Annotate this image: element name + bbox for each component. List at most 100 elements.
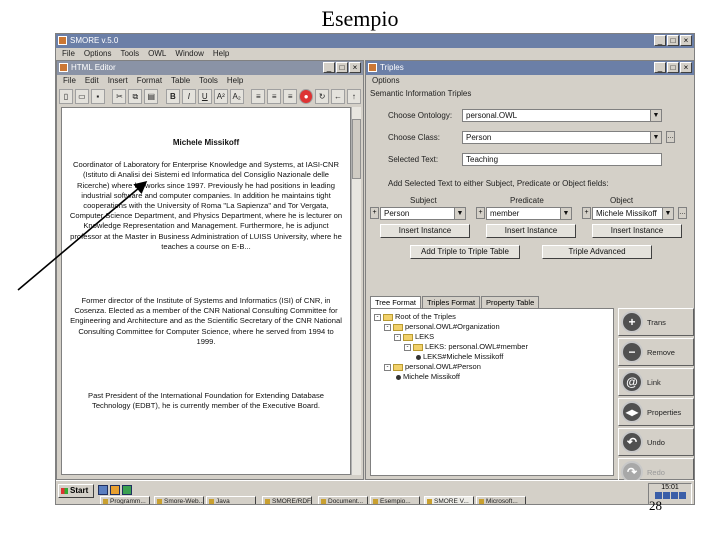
subject-add-button[interactable]: + xyxy=(370,207,379,219)
new-icon[interactable]: ▯ xyxy=(59,88,73,104)
editor-menu-table[interactable]: Table xyxy=(171,75,190,87)
action-button-undo[interactable]: ↶ Undo xyxy=(618,428,694,456)
close-button[interactable]: × xyxy=(680,35,692,46)
object-add-button[interactable]: + xyxy=(582,207,591,219)
app-titlebar[interactable]: SMORE v.5.0 _ □ × xyxy=(56,34,694,48)
action-button-trans[interactable]: + Trans xyxy=(618,308,694,336)
menu-help[interactable]: Help xyxy=(213,48,229,60)
editor-menu-edit[interactable]: Edit xyxy=(85,75,99,87)
triples-titlebar[interactable]: Triples _ □ × xyxy=(366,61,694,75)
align-center-icon[interactable]: ≡ xyxy=(267,88,282,104)
align-left-icon[interactable]: ≡ xyxy=(251,88,266,104)
superscript-icon[interactable]: A² xyxy=(213,88,228,104)
scrollbar-thumb[interactable] xyxy=(352,119,361,179)
open-icon[interactable]: ▭ xyxy=(74,88,89,104)
subscript-icon[interactable]: A₂ xyxy=(229,88,244,104)
tree-node[interactable]: - Root of the Triples xyxy=(374,312,610,322)
predicate-insert-instance-button[interactable]: Insert Instance xyxy=(486,224,576,238)
taskbar-task[interactable]: Document... xyxy=(318,496,368,504)
object-dropdown[interactable]: Michele Missikoff ▼ xyxy=(592,207,674,220)
predicate-dropdown[interactable]: member ▼ xyxy=(486,207,572,220)
selected-text-field[interactable]: Teaching xyxy=(462,153,662,166)
minimize-button[interactable]: _ xyxy=(654,35,666,46)
taskbar-task[interactable]: Java xyxy=(206,496,256,504)
align-right-icon[interactable]: ≡ xyxy=(283,88,298,104)
copy-icon[interactable]: ⧉ xyxy=(128,88,143,104)
stop-icon[interactable]: ● xyxy=(299,88,314,104)
class-dropdown[interactable]: Person ▼ xyxy=(462,131,662,144)
menu-tools[interactable]: Tools xyxy=(120,48,139,60)
ontology-dropdown[interactable]: personal.OWL ▼ xyxy=(462,109,662,122)
collapse-toggle-icon[interactable]: - xyxy=(384,363,391,371)
cut-icon[interactable]: ✂ xyxy=(112,88,127,104)
editor-titlebar[interactable]: HTML Editor _ □ × xyxy=(57,61,363,75)
menu-file[interactable]: File xyxy=(62,48,75,60)
taskbar-task[interactable]: SMORE V... xyxy=(424,496,474,504)
quicklaunch-icon[interactable] xyxy=(98,485,108,495)
subject-insert-instance-button[interactable]: Insert Instance xyxy=(380,224,470,238)
document-area[interactable]: Michele Missikoff Coordinator of Laborat… xyxy=(61,107,351,475)
chevron-down-icon: ▼ xyxy=(454,208,465,219)
taskbar-task[interactable]: Smore-Web... xyxy=(154,496,204,504)
taskbar-task[interactable]: Microsoft... xyxy=(476,496,526,504)
editor-menu-help[interactable]: Help xyxy=(227,75,243,87)
editor-minimize-button[interactable]: _ xyxy=(323,62,335,73)
collapse-toggle-icon[interactable]: - xyxy=(394,333,401,341)
object-more-button[interactable]: … xyxy=(678,207,687,219)
editor-maximize-button[interactable]: □ xyxy=(336,62,348,73)
action-button-remove[interactable]: − Remove xyxy=(618,338,694,366)
editor-menu-file[interactable]: File xyxy=(63,75,76,87)
back-icon[interactable]: ← xyxy=(331,88,345,104)
triples-tree[interactable]: - Root of the Triples - personal.OWL#Organi… xyxy=(370,308,614,476)
editor-menu-tools[interactable]: Tools xyxy=(199,75,218,87)
action-button-properties[interactable]: ◂▸ Properties xyxy=(618,398,694,426)
tab-property-table[interactable]: Property Table xyxy=(481,296,540,308)
triples-close-button[interactable]: × xyxy=(680,62,692,73)
triples-minimize-button[interactable]: _ xyxy=(654,62,666,73)
class-more-button[interactable]: … xyxy=(666,131,675,143)
maximize-button[interactable]: □ xyxy=(667,35,679,46)
italic-icon[interactable]: I xyxy=(181,88,196,104)
tree-node[interactable]: LEKS#Michele Missikoff xyxy=(374,352,610,362)
triples-menu-options[interactable]: Options xyxy=(372,75,400,87)
reload-icon[interactable]: ↻ xyxy=(315,88,330,104)
tree-node[interactable]: Michele Missikoff xyxy=(374,372,610,382)
collapse-toggle-icon[interactable]: - xyxy=(404,343,411,351)
add-triple-button[interactable]: Add Triple to Triple Table xyxy=(410,245,520,259)
action-button-link[interactable]: @ Link xyxy=(618,368,694,396)
quicklaunch-icon[interactable] xyxy=(110,485,120,495)
document-scrollbar[interactable] xyxy=(351,107,361,475)
forward-icon[interactable]: ↑ xyxy=(346,88,361,104)
editor-close-button[interactable]: × xyxy=(349,62,361,73)
start-button[interactable]: Start xyxy=(58,484,94,498)
collapse-toggle-icon[interactable]: - xyxy=(374,313,381,321)
collapse-toggle-icon[interactable]: - xyxy=(384,323,391,331)
editor-menu-insert[interactable]: Insert xyxy=(108,75,128,87)
bold-icon[interactable]: B xyxy=(165,88,180,104)
save-icon[interactable]: ▪ xyxy=(90,88,105,104)
tray-icon[interactable] xyxy=(662,492,670,499)
tree-node[interactable]: - LEKS xyxy=(374,332,610,342)
menu-options[interactable]: Options xyxy=(84,48,112,60)
tree-node[interactable]: - LEKS: personal.OWL#member xyxy=(374,342,610,352)
object-insert-instance-button[interactable]: Insert Instance xyxy=(592,224,682,238)
triples-maximize-button[interactable]: □ xyxy=(667,62,679,73)
tray-icon[interactable] xyxy=(678,492,686,499)
underline-icon[interactable]: U xyxy=(197,88,212,104)
quicklaunch-icon[interactable] xyxy=(122,485,132,495)
tab-triples-format[interactable]: Triples Format xyxy=(421,296,481,308)
tray-icon[interactable] xyxy=(670,492,678,499)
tab-tree-format[interactable]: Tree Format xyxy=(370,296,421,308)
menu-owl[interactable]: OWL xyxy=(148,48,166,60)
tree-node[interactable]: - personal.OWL#Person xyxy=(374,362,610,372)
taskbar-task[interactable]: Programm... xyxy=(100,496,150,504)
subject-dropdown[interactable]: Person ▼ xyxy=(380,207,466,220)
paste-icon[interactable]: ▤ xyxy=(144,88,159,104)
taskbar-task[interactable]: SMORE/RDF... xyxy=(262,496,312,504)
menu-window[interactable]: Window xyxy=(175,48,203,60)
editor-menu-format[interactable]: Format xyxy=(137,75,162,87)
taskbar-task[interactable]: Esempio... xyxy=(370,496,420,504)
triple-advanced-button[interactable]: Triple Advanced xyxy=(542,245,652,259)
predicate-add-button[interactable]: + xyxy=(476,207,485,219)
tree-node[interactable]: - personal.OWL#Organization xyxy=(374,322,610,332)
